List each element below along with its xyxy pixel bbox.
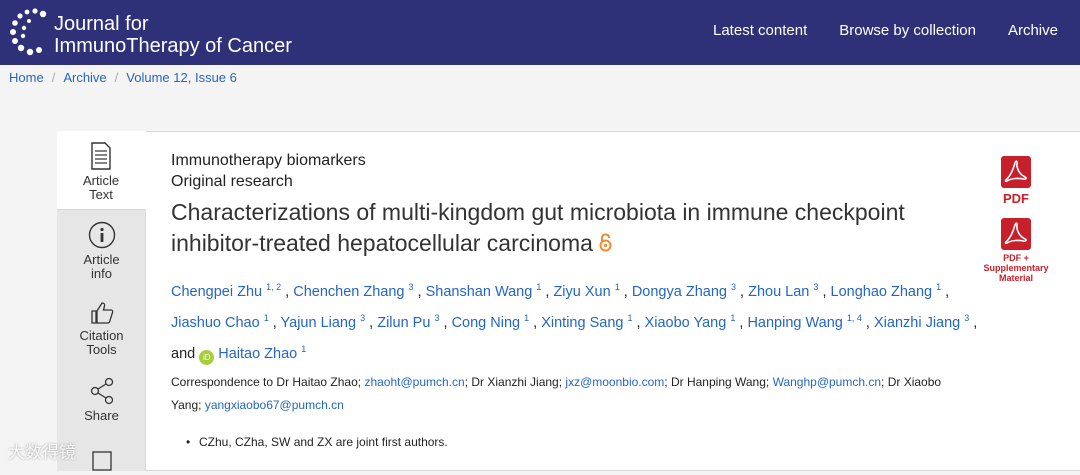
author-separator: , [736, 284, 749, 301]
pdf-supplementary-button[interactable]: PDF + Supplementary Material [974, 217, 1058, 283]
author-link[interactable]: Jiashuo Chao [171, 315, 260, 331]
article-text-icon [91, 142, 111, 170]
sidebar-item-article-text[interactable]: Article Text [57, 131, 146, 210]
author-link[interactable]: Hanping Wang [747, 315, 842, 331]
article-sidebar: Article Text Article info Citation Tools… [57, 131, 146, 471]
logo-dots-icon [10, 8, 47, 56]
pdf-supp-label-3: Material [998, 273, 1033, 283]
pdf-supp-label-1: PDF + [1003, 253, 1029, 263]
author-separator: , [268, 315, 281, 332]
journal-name-line2: ImmunoTherapy of Cancer [54, 35, 292, 57]
article-title: Characterizations of multi-kingdom gut m… [171, 197, 991, 260]
author-separator: , [439, 315, 452, 332]
author-link[interactable]: Cong Ning [452, 315, 521, 331]
email-link[interactable]: Wanghp@pumch.cn [773, 375, 881, 389]
author-link[interactable]: Haitao Zhao [218, 346, 297, 362]
pdf-icon [1001, 218, 1031, 250]
nav-browse-by-collection[interactable]: Browse by collection [839, 22, 976, 39]
joint-authors-note: CZhu, CZha, SW and ZX are joint first au… [186, 435, 448, 449]
orcid-icon[interactable]: iD [199, 349, 215, 365]
info-icon [88, 221, 115, 249]
author-list: Chengpei Zhu 1, 2 , Chenchen Zhang 3 , S… [171, 274, 991, 366]
article-header: Immunotherapy biomarkers Original resear… [171, 150, 991, 417]
author-link[interactable]: Xiaobo Yang [645, 315, 727, 331]
journal-name-line1: Journal for [54, 13, 149, 35]
author-link[interactable]: Chenchen Zhang [293, 284, 404, 300]
author-separator: , [818, 284, 831, 301]
author-link[interactable]: Shanshan Wang [426, 284, 533, 300]
sidebar-label-article-info: Article info [83, 252, 120, 281]
watermark-text: 大数得镜 [8, 443, 76, 462]
journal-logo[interactable]: Journal for ImmunoTherapy of Cancer [8, 6, 328, 58]
author-link[interactable]: Dongya Zhang [632, 284, 727, 300]
author-affiliation[interactable]: 1, 4 [847, 313, 862, 323]
author-separator: , [529, 315, 542, 332]
author-separator: , [861, 315, 874, 332]
correspondence: Correspondence to Dr Haitao Zhao; zhaoht… [171, 371, 971, 417]
sidebar-label-article-text: Article Text [82, 173, 120, 202]
author-link[interactable]: Yajun Liang [281, 315, 357, 331]
watermark: 大数得镜 [8, 438, 76, 463]
article-type: Original research [171, 173, 293, 190]
pdf-download-button[interactable]: PDF [981, 155, 1051, 206]
author-and: and [171, 345, 196, 362]
author-link[interactable]: Zilun Pu [377, 315, 430, 331]
sidebar-label-share: Share [84, 408, 119, 423]
author-link[interactable]: Zhou Lan [748, 284, 809, 300]
author-separator: , [632, 315, 645, 332]
article-title-text: Characterizations of multi-kingdom gut m… [171, 199, 905, 256]
author-link[interactable]: Chengpei Zhu [171, 284, 262, 300]
breadcrumb-separator: / [51, 70, 56, 85]
main-nav: Latest content Browse by collection Arch… [713, 22, 1058, 39]
author-link[interactable]: Xianzhi Jiang [874, 315, 960, 331]
breadcrumb-separator: / [114, 70, 119, 85]
sidebar-item-citation-tools[interactable]: Citation Tools [57, 301, 146, 357]
breadcrumb-home[interactable]: Home [9, 70, 44, 85]
article-section[interactable]: Immunotherapy biomarkers [171, 150, 991, 171]
pdf-icon [1001, 156, 1031, 188]
author-separator: , [365, 315, 378, 332]
breadcrumb-issue[interactable]: Volume 12, Issue 6 [126, 70, 237, 85]
email-link[interactable]: yangxiaobo67@pumch.cn [205, 398, 344, 412]
nav-latest-content[interactable]: Latest content [713, 22, 807, 39]
author-separator: , [619, 284, 632, 301]
author-link[interactable]: Ziyu Xun [553, 284, 610, 300]
author-link[interactable]: Xinting Sang [541, 315, 623, 331]
author-separator: , [413, 284, 426, 301]
thumbs-up-icon [90, 302, 113, 324]
journal-name: Journal for ImmunoTherapy of Cancer [54, 13, 292, 57]
pdf-label: PDF [1003, 191, 1029, 206]
share-icon [90, 377, 113, 405]
author-affiliation[interactable]: 1 [301, 344, 306, 354]
sidebar-label-citation-tools: Citation Tools [79, 328, 124, 357]
author-separator: , [969, 315, 978, 332]
author-link[interactable]: Longhao Zhang [831, 284, 933, 300]
correspondence-text: Correspondence to Dr Haitao Zhao; [171, 374, 365, 389]
pdf-supp-label-2: Supplementary [983, 263, 1049, 273]
email-link[interactable]: zhaoht@pumch.cn [364, 375, 464, 389]
breadcrumb-archive[interactable]: Archive [63, 70, 106, 85]
author-separator: , [541, 284, 554, 301]
correspondence-text: ; Dr Xianzhi Jiang; [464, 374, 566, 389]
author-affiliation[interactable]: 1, 2 [266, 282, 281, 292]
sidebar-item-article-info[interactable]: Article info [57, 221, 146, 281]
correspondence-text: ; Dr Hanping Wang; [664, 374, 773, 389]
nav-archive[interactable]: Archive [1008, 22, 1058, 39]
breadcrumb: Home / Archive / Volume 12, Issue 6 [9, 70, 237, 85]
author-separator: , [281, 284, 294, 301]
more-icon [91, 451, 112, 471]
author-separator: , [941, 284, 950, 301]
open-access-icon [599, 229, 612, 260]
author-separator: , [735, 315, 748, 332]
email-link[interactable]: jxz@moonbio.com [565, 375, 664, 389]
sidebar-item-share[interactable]: Share [57, 377, 146, 423]
site-header: Journal for ImmunoTherapy of Cancer Late… [0, 0, 1080, 65]
